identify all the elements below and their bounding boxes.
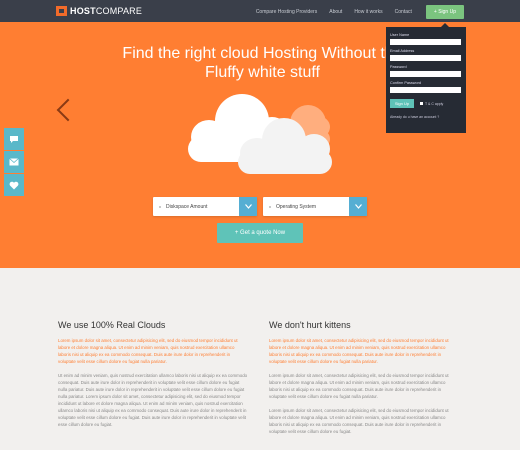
bullet-icon [269, 205, 271, 208]
mail-icon[interactable] [4, 151, 24, 173]
diskspace-select-label: Diskspace Amount [166, 203, 208, 210]
already-account-link[interactable]: Already do u have an account ? [390, 115, 462, 119]
os-select-label: Operating System [276, 203, 317, 210]
nav-how-it-works-link[interactable]: How it works [354, 9, 382, 15]
nav-menu: Compare Hosting Providers About How it w… [244, 5, 464, 19]
chat-icon[interactable] [4, 128, 24, 150]
os-select[interactable]: Operating System [263, 197, 367, 216]
confirm-password-input[interactable] [390, 87, 461, 93]
section-body: Lorem ipsum dolor sit amet, consectetur … [269, 408, 449, 434]
signup-button[interactable]: + Sign Up [425, 5, 464, 19]
signup-form: User Name Email Address Password Confirm… [386, 23, 466, 133]
get-quote-button[interactable]: + Get a quote Now [217, 223, 303, 243]
chevron-left-icon[interactable] [56, 98, 80, 122]
section-intro: Lorem ipsum dolor sit amet, consectetur … [58, 338, 238, 364]
chevron-down-icon[interactable] [239, 197, 257, 216]
logo-icon [56, 6, 67, 16]
confirm-password-label: Confirm Password [390, 81, 422, 85]
username-label: User Name [390, 33, 410, 37]
top-nav: HOSTCOMPARE Compare Hosting Providers Ab… [0, 0, 520, 22]
chevron-down-icon[interactable] [349, 197, 367, 216]
section-title: We use 100% Real Clouds [58, 320, 166, 330]
password-input[interactable] [390, 71, 461, 77]
side-share-bar [4, 128, 24, 197]
feature-column-real-clouds: We use 100% Real Clouds Lorem ipsum dolo… [58, 320, 248, 435]
search-selects: Diskspace Amount Operating System [153, 197, 373, 216]
terms-checkbox[interactable] [420, 102, 423, 105]
section-intro: Lorem ipsum dolor sit amet, consectetur … [269, 338, 449, 364]
terms-label: T & C apply [425, 101, 444, 106]
email-input[interactable] [390, 55, 461, 61]
section-body: Lorem ipsum dolor sit amet, consectetur … [269, 373, 449, 399]
signup-submit-button[interactable]: Sign Up [390, 99, 414, 108]
password-label: Password [390, 65, 407, 69]
bullet-icon [159, 205, 161, 208]
heart-icon[interactable] [4, 174, 24, 196]
diskspace-select[interactable]: Diskspace Amount [153, 197, 257, 216]
nav-contact-link[interactable]: Contact [395, 9, 412, 15]
nav-compare-link[interactable]: Compare Hosting Providers [256, 9, 317, 15]
logo[interactable]: HOSTCOMPARE [56, 6, 142, 16]
brand-name: HOSTCOMPARE [70, 6, 143, 16]
nav-about-link[interactable]: About [329, 9, 342, 15]
email-label: Email Address [390, 49, 415, 53]
section-body: Ut enim ad minim veniam, quis nostrud ex… [58, 373, 248, 427]
section-title: We don't hurt kittens [269, 320, 351, 330]
features-section: We use 100% Real Clouds Lorem ipsum dolo… [0, 268, 520, 450]
hero-title: Find the right cloud Hosting Without the… [122, 45, 403, 81]
username-input[interactable] [390, 39, 461, 45]
feature-column-kittens: We don't hurt kittens Lorem ipsum dolor … [269, 320, 459, 442]
